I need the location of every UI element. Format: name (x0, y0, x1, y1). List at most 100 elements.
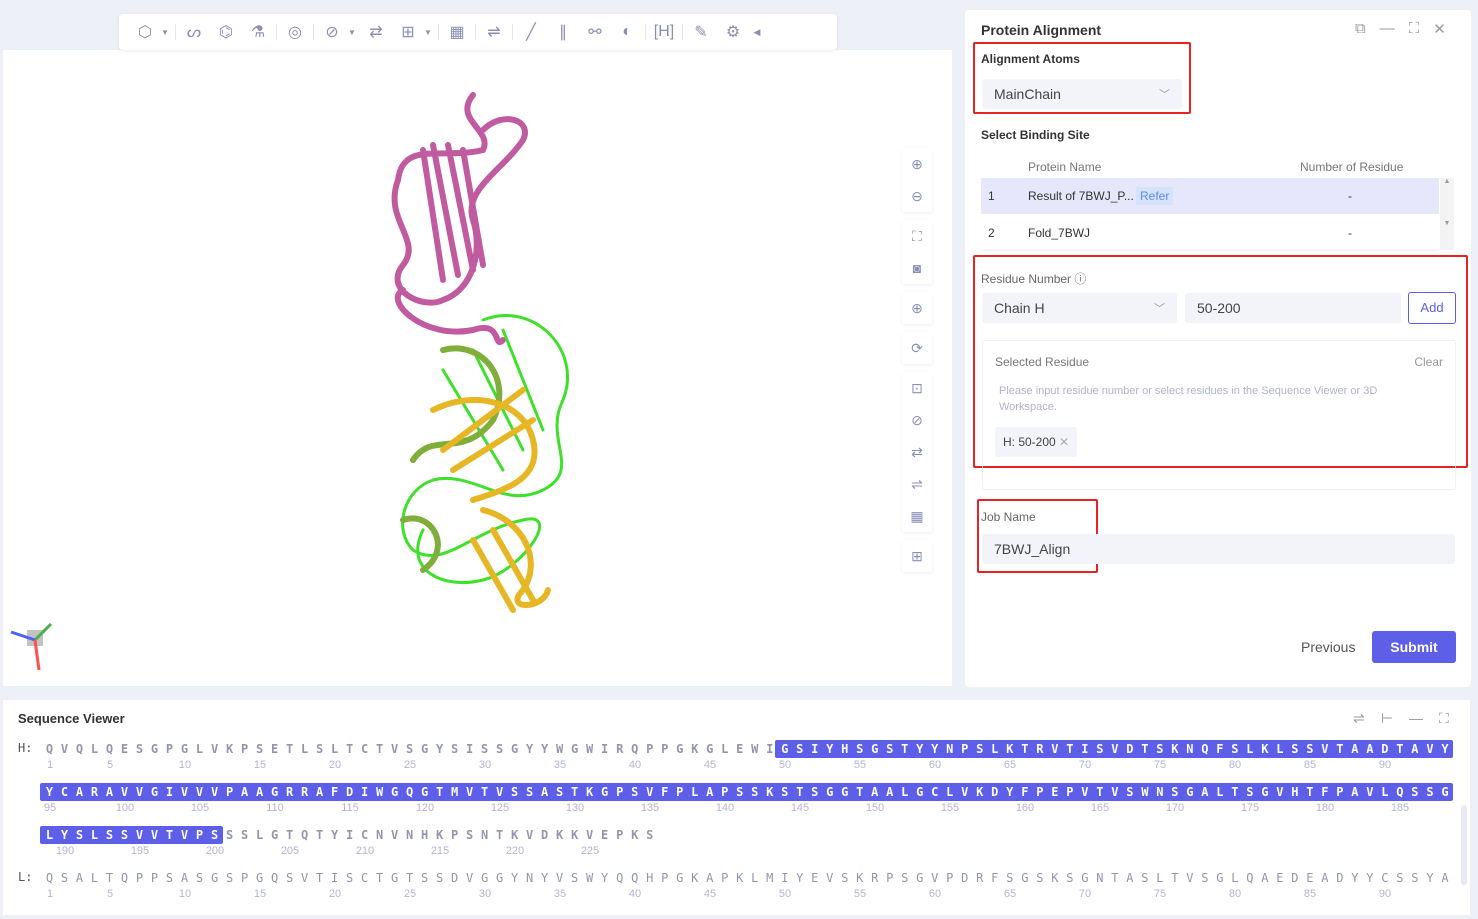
cube-icon[interactable]: ⬡ (129, 18, 161, 46)
align-icon[interactable]: ⇌ (478, 18, 510, 46)
overlap-icon[interactable]: ◐ (611, 18, 643, 46)
residue-number: 65 (1003, 888, 1017, 900)
sequence-residues[interactable]: YCARAVVGIVVVPAAGRRAFDIWGQGTMVTVSSASTKGPS… (42, 783, 1456, 801)
table-icon[interactable]: ⊞ (902, 540, 932, 572)
residue-number: 1 (46, 888, 54, 900)
residue-number: 55 (853, 759, 867, 771)
chevron-down-icon[interactable]: ▼ (424, 28, 436, 37)
minimize-icon[interactable]: — (1380, 20, 1395, 38)
bracket-h-icon[interactable]: [H] (648, 18, 680, 46)
protein-structure-render[interactable] (3, 50, 952, 686)
collapse-icon[interactable]: ◀ (749, 18, 765, 46)
target-select-icon[interactable]: ◎ (279, 18, 311, 46)
remove-tag-icon[interactable]: ✕ (1059, 435, 1069, 449)
chevron-down-icon[interactable]: ▼ (161, 28, 173, 37)
rotate-icon[interactable]: ⟳ (902, 332, 932, 364)
residue-number: 125 (490, 802, 510, 814)
chain-label: L: (18, 870, 33, 884)
residue-number: 85 (1303, 888, 1317, 900)
residue-number: 45 (703, 888, 717, 900)
surface-map-icon[interactable]: ▦ (902, 500, 932, 532)
sequence-residues[interactable]: LYSLSSVVTVPSSSLGTQTYICNVNHKPSNTKVDKKVEPK… (42, 826, 661, 844)
alignment-atoms-select[interactable]: MainChain ﹀ (982, 79, 1182, 109)
fit-view-icon[interactable]: ⛶ (902, 220, 932, 252)
residue-number: 20 (328, 888, 342, 900)
clear-button[interactable]: Clear (1414, 355, 1443, 369)
residue-number: 40 (628, 888, 642, 900)
zoom-in-icon[interactable]: ⊕ (902, 148, 932, 180)
submit-button[interactable]: Submit (1372, 631, 1456, 663)
residue-number: 1 (46, 759, 54, 771)
residue-number: 35 (553, 759, 567, 771)
pencil-line-icon[interactable]: ∥ (547, 18, 579, 46)
residue-number: 40 (628, 759, 642, 771)
close-icon[interactable]: ✕ (1433, 20, 1446, 38)
zoom-out-icon[interactable]: ⊖ (902, 180, 932, 212)
residue-number: 15 (253, 888, 267, 900)
residue-number: 115 (341, 802, 359, 814)
measure-icon[interactable]: ⊘ (316, 18, 348, 46)
detach-icon[interactable]: ⧉ (1355, 20, 1366, 38)
residue-number: 75 (1153, 759, 1167, 771)
add-button[interactable]: Add (1408, 292, 1456, 324)
info-icon[interactable]: ⓘ (1074, 272, 1086, 286)
residue-number: 130 (565, 802, 585, 814)
surface-map-icon[interactable]: ▦ (441, 18, 473, 46)
flask-icon[interactable]: ⚗ (242, 18, 274, 46)
center-icon[interactable]: ⊕ (902, 292, 932, 324)
measure-icon[interactable]: ⊘ (902, 404, 932, 436)
residue-number: 110 (266, 802, 284, 814)
line-icon[interactable]: ╱ (515, 18, 547, 46)
residue-number: 140 (715, 802, 735, 814)
route-icon[interactable]: ⇄ (902, 436, 932, 468)
panel-title: Protein Alignment (981, 22, 1102, 38)
settings-icon[interactable]: ⚙ (717, 18, 749, 46)
residue-range-input[interactable]: 50-200 (1185, 293, 1401, 323)
residue-number: 145 (790, 802, 810, 814)
chevron-down-icon[interactable]: ▼ (348, 28, 360, 37)
table-row[interactable]: 2 Fold_7BWJ - (981, 215, 1439, 251)
sequence-scrollbar[interactable] (1461, 805, 1467, 885)
camera-icon[interactable]: ◙ (902, 252, 932, 284)
job-name-value: 7BWJ_Align (994, 541, 1071, 557)
residue-number: 45 (703, 759, 717, 771)
residue-count: - (1348, 226, 1352, 240)
table-scrollbar[interactable]: ▲ ▼ (1440, 178, 1454, 250)
job-name-input[interactable]: 7BWJ_Align (982, 534, 1455, 564)
residue-number: 5 (106, 759, 114, 771)
residue-number: 155 (940, 802, 960, 814)
molecule-icon[interactable]: ⌬ (210, 18, 242, 46)
residue-number: 105 (190, 802, 210, 814)
residue-number: 50 (778, 888, 792, 900)
table-row[interactable]: 1 Result of 7BWJ_P... Refer - (981, 178, 1439, 214)
sequence-lines[interactable]: H: L: QVQLQESGPGLVKPSETLSLTCTVSGYSISSGYY… (3, 700, 1463, 915)
residue-number: 10 (178, 888, 192, 900)
route-icon[interactable]: ⇄ (360, 18, 392, 46)
bond-icon[interactable]: ⚯ (579, 18, 611, 46)
sequence-residues[interactable]: QSALTQPPSASGSPGQSVTISCTGTSSDVGGYNYVSWYQQ… (42, 869, 1456, 887)
bookmark-icon[interactable]: ⊡ (902, 372, 932, 404)
alignment-atoms-label: Alignment Atoms (981, 52, 1080, 66)
bookmark-add-icon[interactable]: ⊞ (392, 18, 424, 46)
residue-number-label: Residue Number ⓘ (981, 272, 1087, 286)
sequence-residues[interactable]: QVQLQESGPGLVKPSETLSLTCTVSGYSISSGYYWGWIRQ… (42, 740, 1456, 758)
residue-number: 35 (553, 888, 567, 900)
3d-workspace[interactable] (3, 50, 952, 686)
residue-number: 150 (865, 802, 885, 814)
residue-count: - (1348, 189, 1352, 203)
align-icon[interactable]: ⇌ (902, 468, 932, 500)
previous-button[interactable]: Previous (1301, 639, 1355, 655)
residue-number: 80 (1228, 759, 1242, 771)
selected-residue-box: Selected Residue Clear Please input resi… (982, 340, 1456, 490)
residue-number: 25 (403, 888, 417, 900)
protein-name: Result of 7BWJ_P... (1028, 189, 1134, 203)
ribbon-icon[interactable]: ᔕ (178, 18, 210, 46)
residue-number: 160 (1015, 802, 1035, 814)
residue-tag: H: 50-200 ✕ (995, 427, 1078, 457)
chevron-down-icon: ﹀ (1159, 89, 1170, 101)
edit-icon[interactable]: ✎ (685, 18, 717, 46)
refer-badge: Refer (1136, 187, 1174, 205)
chain-select[interactable]: Chain H ﹀ (982, 293, 1177, 323)
maximize-icon[interactable]: ⛶ (1409, 20, 1420, 38)
residue-number: 210 (355, 845, 375, 857)
